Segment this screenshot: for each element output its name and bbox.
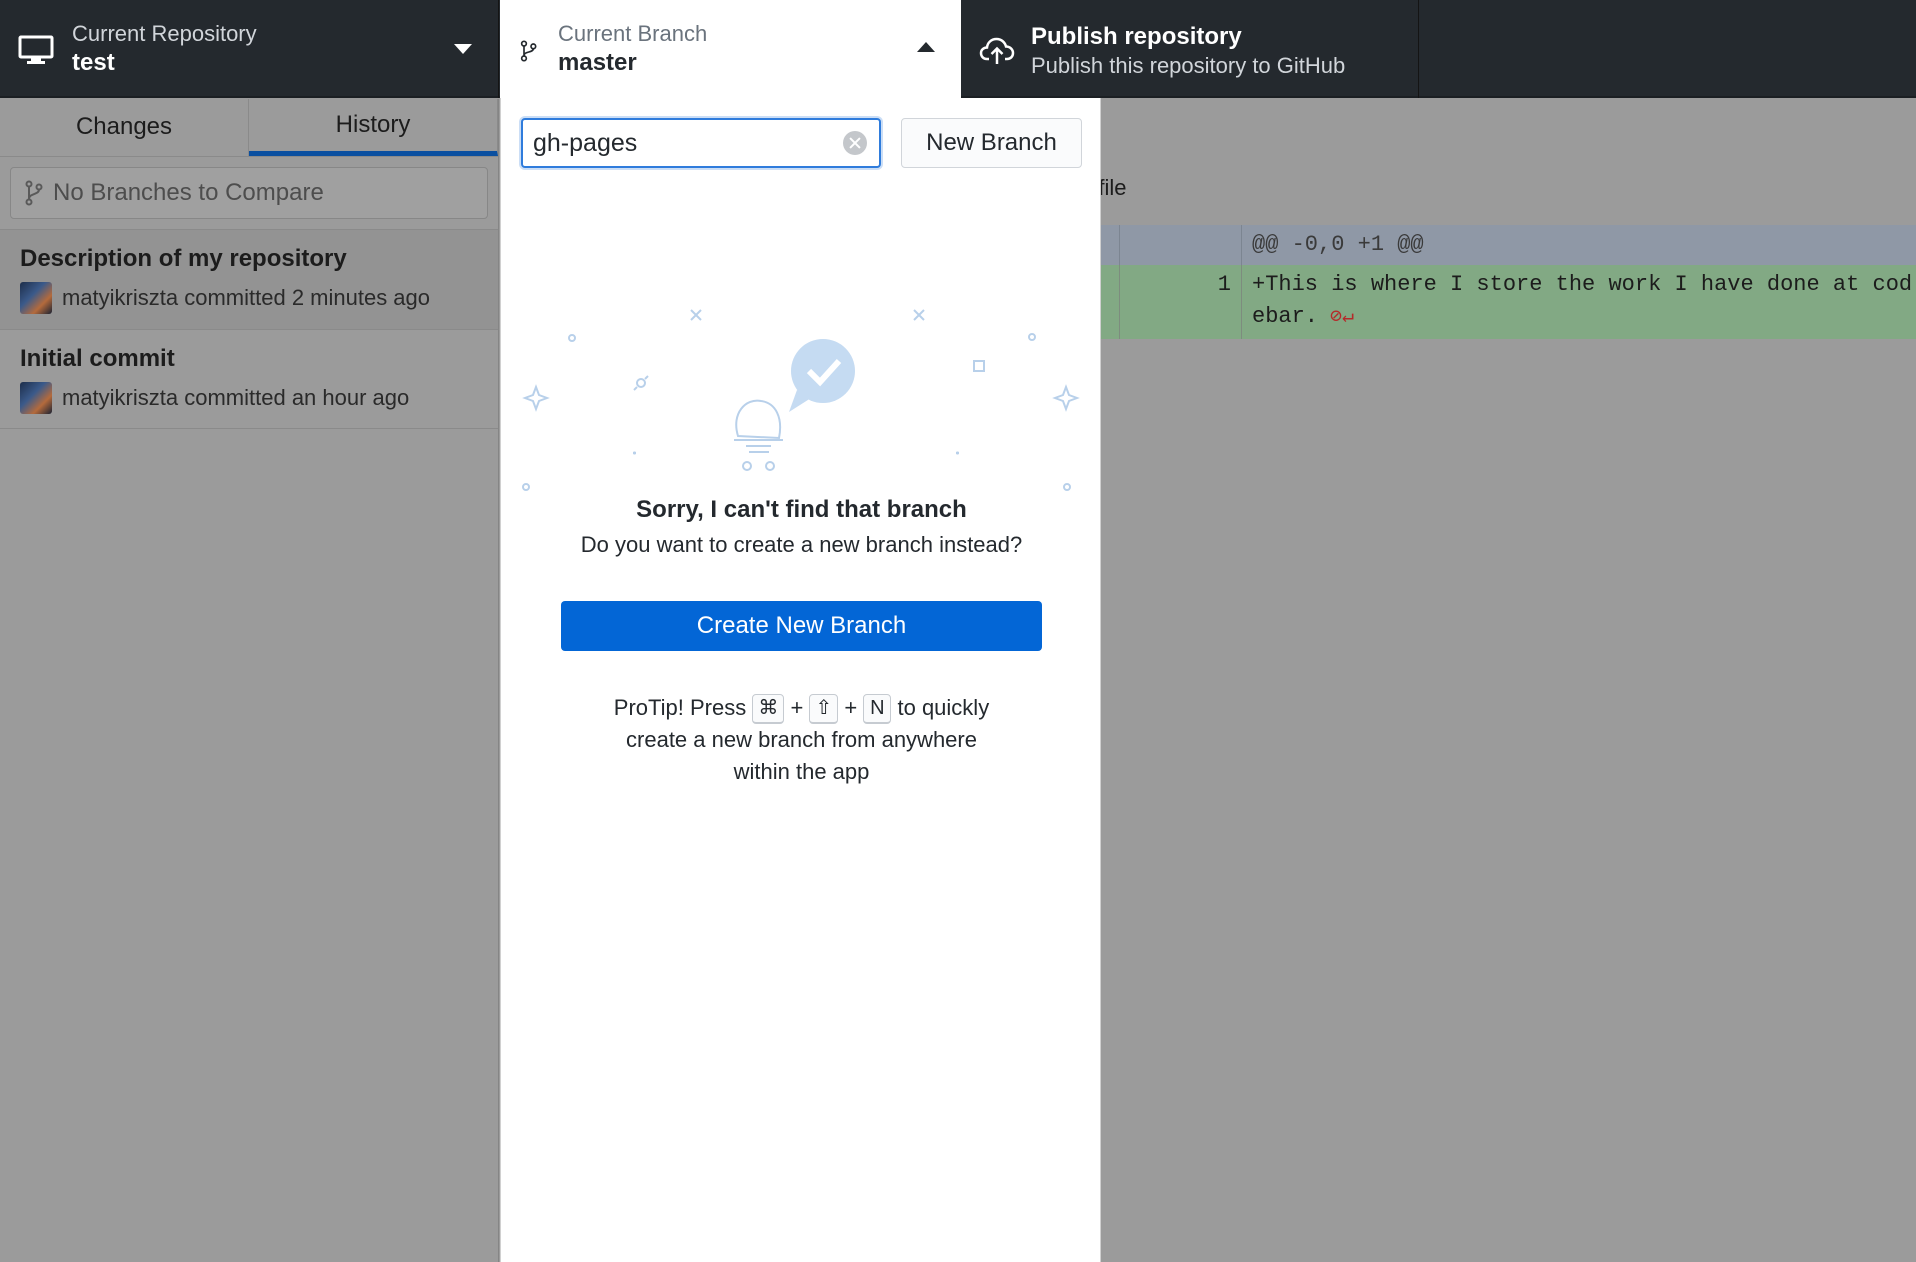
branch-label: Current Branch (558, 21, 708, 46)
avatar (20, 282, 52, 314)
new-branch-button[interactable]: New Branch (901, 118, 1082, 168)
cloud-upload-icon (979, 37, 1015, 64)
create-new-branch-button[interactable]: Create New Branch (561, 601, 1042, 651)
publish-title: Publish repository (1031, 23, 1242, 50)
compare-placeholder: No Branches to Compare (53, 179, 324, 206)
commit-title: Description of my repository (20, 245, 347, 272)
git-branch-icon (520, 40, 537, 62)
repository-name: test (72, 49, 115, 76)
commit-meta-text: matyikriszta committed 2 minutes ago (62, 285, 431, 310)
current-repository-button[interactable]: Current Repository test (0, 0, 499, 98)
branch-filter-input[interactable] (521, 118, 881, 168)
diff-line-number: 1 (1120, 265, 1242, 339)
commit-title: Initial commit (20, 345, 175, 372)
sidebar: Changes History No Branches to Compare D… (0, 99, 499, 1262)
branch-dropdown: New Branch (500, 98, 1101, 1262)
current-branch-button[interactable]: Current Branch master (500, 0, 961, 98)
chevron-down-icon (454, 44, 472, 54)
tab-history[interactable]: History (249, 99, 498, 156)
empty-state-title: Sorry, I can't find that branch (636, 496, 967, 523)
chevron-up-icon (917, 42, 935, 52)
git-branch-icon (25, 180, 43, 206)
diff-added-row[interactable]: 1 +This is where I store the work I have… (1100, 265, 1916, 339)
no-branches-illustration (522, 309, 1080, 491)
commit-item[interactable]: Description of my repository matyikriszt… (0, 229, 498, 329)
tab-changes[interactable]: Changes (0, 99, 249, 156)
n-key: N (863, 694, 892, 725)
commit-item[interactable]: Initial commit matyikriszta committed an… (0, 329, 498, 429)
avatar (20, 382, 52, 414)
diff-hunk-header: @@ -0,0 +1 @@ (1252, 232, 1424, 257)
sidebar-tabs: Changes History (0, 99, 498, 157)
branch-name: master (558, 49, 637, 76)
branch-filter-row: New Branch (521, 118, 1082, 168)
no-newline-icon: ⊘↵ (1318, 306, 1355, 329)
diff-hunk-row: @@ -0,0 +1 @@ (1100, 225, 1916, 265)
publish-repository-button[interactable]: Publish repository Publish this reposito… (961, 0, 1419, 98)
clear-icon[interactable] (843, 131, 867, 155)
app-window: d file @@ -0,0 +1 @@ 1 +This is where I … (0, 0, 1916, 1262)
compare-branch-input[interactable]: No Branches to Compare (10, 167, 488, 219)
toolbar: Current Repository test Current Branch m… (0, 0, 1916, 98)
desktop-icon (18, 35, 54, 64)
repository-label: Current Repository (72, 21, 257, 46)
commit-meta-text: matyikriszta committed an hour ago (62, 385, 410, 410)
protip: ProTip! Press ⌘ + ⇧ + N to quickly creat… (613, 694, 990, 785)
shift-key: ⇧ (809, 694, 839, 725)
empty-state-description: Do you want to create a new branch inste… (580, 532, 1023, 557)
publish-subtitle: Publish this repository to GitHub (1031, 53, 1346, 78)
command-key: ⌘ (752, 694, 785, 725)
diff-table: @@ -0,0 +1 @@ 1 +This is where I store t… (1100, 225, 1916, 339)
